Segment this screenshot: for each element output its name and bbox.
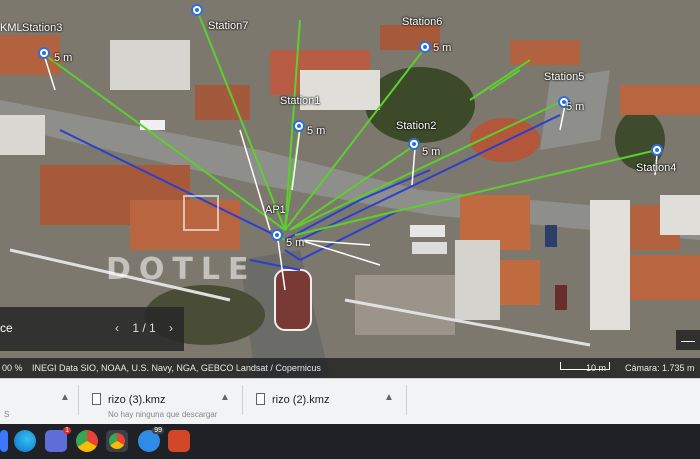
- station5-label: Station5: [544, 71, 585, 83]
- download-filename: rizo (2).kmz: [272, 394, 330, 406]
- download-item[interactable]: S ▲: [0, 385, 79, 419]
- station6-label: Station6: [402, 16, 443, 28]
- zoom-out-button[interactable]: —: [676, 330, 700, 350]
- scale-bar: [560, 362, 610, 370]
- station6-pin-icon[interactable]: [419, 41, 431, 53]
- station1-distance: 5 m: [307, 125, 326, 137]
- kml-layer-label: KML: [0, 22, 23, 34]
- powerpoint-icon[interactable]: [168, 430, 190, 452]
- chevron-up-icon[interactable]: ▲: [384, 392, 394, 403]
- search-icon[interactable]: [0, 430, 8, 452]
- station3-label: Station3: [22, 22, 63, 34]
- windows-taskbar: 1 99: [0, 424, 700, 459]
- station1-pin-icon[interactable]: [293, 120, 305, 132]
- tour-pager: ‹ 1 / 1 ›: [110, 321, 178, 335]
- chevron-up-icon[interactable]: ▲: [60, 392, 70, 403]
- ap1-pin-icon[interactable]: [271, 229, 283, 241]
- station7-pin-icon[interactable]: [191, 4, 203, 16]
- download-item[interactable]: rizo (3).kmz ▲ No hay ninguna que descar…: [80, 385, 243, 419]
- chat-icon[interactable]: 1: [45, 427, 71, 452]
- station2-distance: 5 m: [422, 146, 441, 158]
- chrome-icon[interactable]: [76, 430, 98, 452]
- watermark-logo-icon: [183, 195, 219, 231]
- file-icon: [256, 393, 265, 405]
- camera-altitude: Cámara: 1.735 m: [625, 363, 695, 373]
- file-icon: [92, 393, 101, 405]
- edge-icon[interactable]: [14, 430, 36, 452]
- tour-name: ce: [0, 321, 13, 335]
- download-item[interactable]: rizo (2).kmz ▲: [244, 385, 407, 415]
- satellite-map-view[interactable]: KML DOTLE Station3 5 m Station7 Station6…: [0, 0, 700, 378]
- chevron-up-icon[interactable]: ▲: [220, 392, 230, 403]
- tour-panel: ce ‹ 1 / 1 ›: [0, 307, 184, 351]
- tour-next-button[interactable]: ›: [169, 321, 173, 335]
- station4-pin-icon[interactable]: [651, 144, 663, 156]
- station3-distance: 5 m: [54, 52, 73, 64]
- station2-pin-icon[interactable]: [408, 138, 420, 150]
- station3-pin-icon[interactable]: [38, 47, 50, 59]
- imagery-credits: INEGI Data SIO, NOAA, U.S. Navy, NGA, GE…: [32, 363, 321, 373]
- watermark-text: DOTLE: [106, 252, 257, 287]
- ap1-distance: 5 m: [286, 237, 305, 249]
- station4-label: Station4: [636, 162, 677, 174]
- station2-label: Station2: [396, 120, 437, 132]
- download-filename: rizo (3).kmz: [108, 394, 166, 406]
- station5-distance: 5 m: [566, 101, 585, 113]
- weather-icon[interactable]: 99: [138, 427, 164, 452]
- ap1-label: AP1: [265, 204, 286, 216]
- tour-page-indicator: 1 / 1: [132, 321, 156, 335]
- zoom-percent: 00 %: [2, 363, 23, 373]
- station1-label: Station1: [280, 95, 321, 107]
- chrome-profile-icon[interactable]: [106, 430, 128, 452]
- download-shelf: S ▲ rizo (3).kmz ▲ No hay ninguna que de…: [0, 378, 700, 424]
- tour-prev-button[interactable]: ‹: [115, 321, 119, 335]
- download-status: No hay ninguna que descargar: [108, 410, 218, 419]
- map-status-bar: 00 % INEGI Data SIO, NOAA, U.S. Navy, NG…: [0, 358, 700, 378]
- station6-distance: 5 m: [433, 42, 452, 54]
- station7-label: Station7: [208, 20, 249, 32]
